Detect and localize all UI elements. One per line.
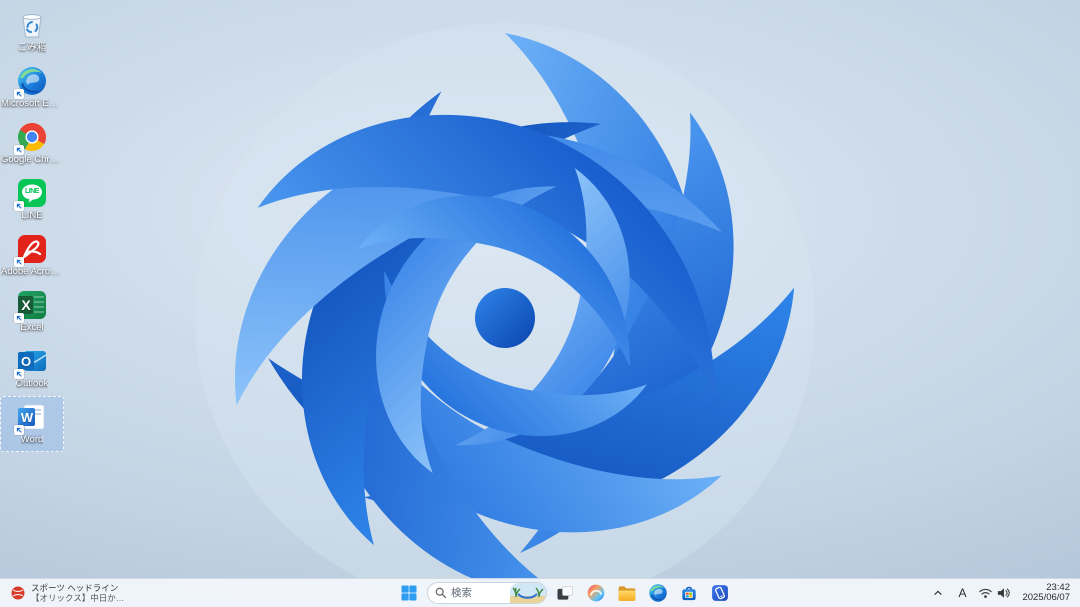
ime-indicator-label: A xyxy=(958,586,967,600)
network-volume-button[interactable] xyxy=(975,581,1014,605)
line-icon: LINE xyxy=(14,177,48,211)
copilot-button[interactable] xyxy=(583,580,609,606)
shortcut-arrow-icon xyxy=(14,313,24,323)
copilot-icon xyxy=(587,584,605,602)
search-box[interactable] xyxy=(427,582,547,604)
task-view-icon xyxy=(557,586,573,600)
desktop-icon-line[interactable]: LINE LINE xyxy=(0,172,64,228)
desktop-icon-recycle-bin[interactable]: ごみ箱 xyxy=(0,4,64,60)
desktop-icon-excel[interactable]: X Outlook Excel xyxy=(0,284,64,340)
shortcut-arrow-icon xyxy=(14,257,24,267)
file-explorer-button[interactable] xyxy=(614,580,640,606)
file-explorer-icon xyxy=(618,586,636,601)
outlook-icon: O xyxy=(14,345,48,379)
wifi-icon xyxy=(979,588,993,598)
speaker-icon xyxy=(998,588,1011,598)
windows-bloom-wallpaper xyxy=(195,23,815,607)
search-icon xyxy=(435,587,447,599)
search-highlight-image[interactable] xyxy=(510,583,546,603)
phone-link-icon xyxy=(712,585,728,601)
shortcut-arrow-icon xyxy=(14,89,24,99)
taskbar-center xyxy=(396,579,733,607)
sports-ball-icon xyxy=(11,586,25,600)
desktop-icon-grid: ごみ箱 Microsoft Edge Google Chrome LINE LI… xyxy=(0,4,66,452)
desktop-icon-google-chrome[interactable]: Google Chrome xyxy=(0,116,64,172)
start-button[interactable] xyxy=(396,580,422,606)
widget-headline: スポーツ ヘッドライン xyxy=(31,583,119,593)
acrobat-icon xyxy=(14,233,48,267)
desktop-icon-label: ごみ箱 xyxy=(17,43,47,53)
show-hidden-icons-button[interactable] xyxy=(927,581,949,605)
desktop-icon-label: Adobe Acrobat xyxy=(1,267,63,277)
desktop-icon-label: Google Chrome xyxy=(1,155,63,165)
desktop-icon-label: Excel xyxy=(20,323,44,333)
desktop-icon-label: Outlook xyxy=(15,379,49,389)
desktop-icon-outlook[interactable]: O Outlook xyxy=(0,340,64,396)
shortcut-arrow-icon xyxy=(14,369,24,379)
clock[interactable]: 23:42 2025/06/07 xyxy=(1016,581,1076,605)
desktop-icon-label: Word xyxy=(20,435,44,445)
shortcut-arrow-icon xyxy=(14,201,24,211)
edge-icon xyxy=(649,584,667,602)
search-input[interactable] xyxy=(451,587,509,599)
phone-link-button[interactable] xyxy=(707,580,733,606)
shortcut-arrow-icon xyxy=(14,145,24,155)
chevron-up-icon xyxy=(934,590,943,595)
microsoft-store-button[interactable] xyxy=(676,580,702,606)
desktop-icon-adobe-acrobat[interactable]: Adobe Acrobat xyxy=(0,228,64,284)
task-view-button[interactable] xyxy=(552,580,578,606)
edge-icon xyxy=(14,65,48,99)
system-tray: A 23:42 2025/06/07 xyxy=(927,579,1076,607)
taskbar: スポーツ ヘッドライン 【オリックス】中日か… 検索 A 23:42 2025/… xyxy=(0,578,1080,607)
microsoft-store-icon xyxy=(682,586,696,601)
excel-icon: X xyxy=(14,289,48,323)
edge-taskbar-button[interactable] xyxy=(645,580,671,606)
windows-logo-icon xyxy=(401,585,417,601)
tray-date: 2025/06/07 xyxy=(1022,592,1070,603)
recycle-bin-icon xyxy=(16,9,48,41)
desktop-icon-label: Microsoft Edge xyxy=(1,99,63,109)
desktop-icon-word[interactable]: W Word xyxy=(0,396,64,452)
ime-mode-button[interactable]: A xyxy=(951,581,973,605)
desktop-icon-label: LINE xyxy=(21,211,43,221)
desktop-icon-microsoft-edge[interactable]: Microsoft Edge xyxy=(0,60,64,116)
chrome-icon xyxy=(14,121,48,155)
widget-subline: 【オリックス】中日か… xyxy=(31,593,125,603)
word-icon: W xyxy=(14,401,48,435)
widgets-button[interactable]: スポーツ ヘッドライン 【オリックス】中日か… xyxy=(2,579,132,607)
shortcut-arrow-icon xyxy=(14,425,24,435)
